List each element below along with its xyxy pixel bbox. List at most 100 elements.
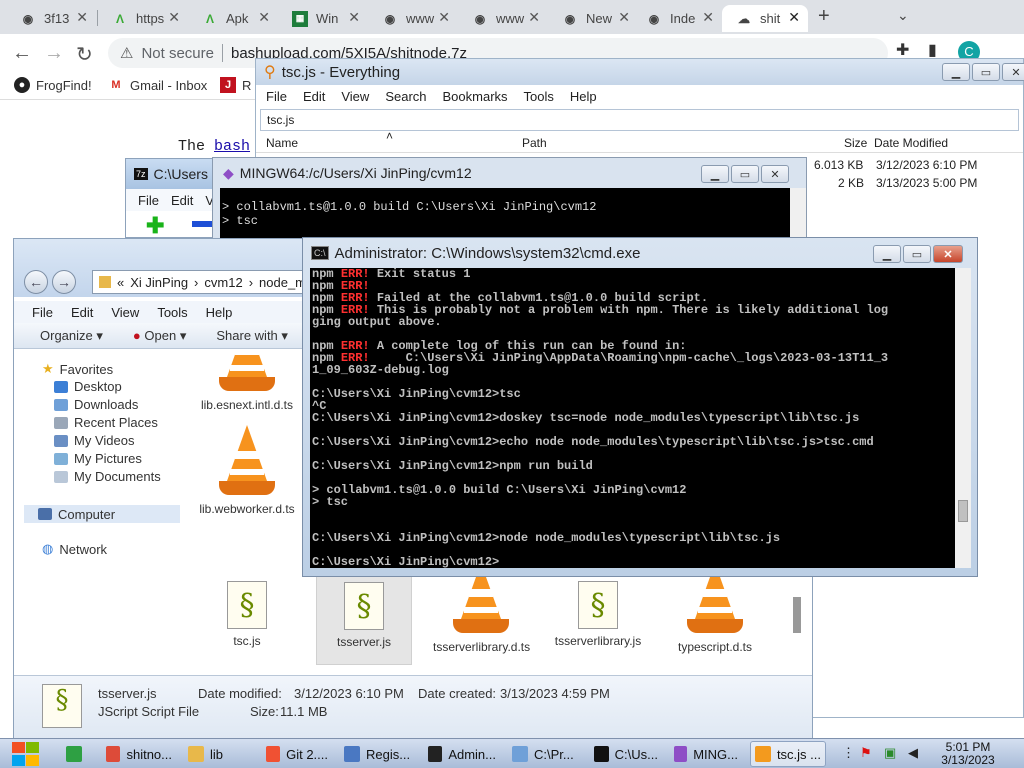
forward-arrow-icon[interactable]: → [44,42,64,65]
taskbar-item[interactable]: lib [184,741,254,767]
back-arrow-icon[interactable]: ← [24,270,48,294]
scrollbar[interactable] [955,268,971,568]
close-tab-icon[interactable]: ✕ [618,9,630,26]
nav-my-documents[interactable]: My Documents [54,469,161,484]
menu-edit[interactable]: Edit [171,193,193,208]
maximize-button[interactable]: ▭ [903,245,931,263]
terminal-output[interactable]: npm ERR! Exit status 1 npm ERR! npm ERR! F… [310,268,955,568]
flag-icon[interactable]: ⚑ [860,745,872,761]
taskbar-item[interactable]: Admin... [424,741,500,767]
file-item[interactable]: lib.webworker.d.ts [199,425,295,516]
column-name[interactable]: Name [266,136,298,150]
taskbar-item[interactable]: shitno... [102,741,176,767]
system-clock[interactable]: 5:01 PM 3/13/2023 [936,741,1000,767]
new-tab-button[interactable]: + [818,5,830,28]
extensions-puzzle-icon[interactable]: ✚ [896,40,909,60]
column-size[interactable]: Size [844,136,867,150]
browser-tab[interactable]: ▦ Win ✕ [278,5,368,32]
file-list-scrollbar[interactable] [790,569,804,679]
browser-tab[interactable]: ◉ www ✕ [368,5,458,32]
browser-tab-active[interactable]: ☁ shit ✕ [722,5,808,32]
nav-my-videos[interactable]: My Videos [54,433,134,448]
close-tab-icon[interactable]: ✕ [348,9,360,26]
bookmark-item[interactable]: ● FrogFind! [14,77,92,93]
breadcrumb-item[interactable]: cvm12 [204,275,242,290]
search-input[interactable]: tsc.js [260,109,1019,131]
nav-network[interactable]: ◍ Network [42,541,107,557]
breadcrumb-overflow[interactable]: « [117,275,124,290]
start-button[interactable] [10,741,42,767]
terminal-output[interactable]: > collabvm1.ts@1.0.0 build C:\Users\Xi J… [220,188,790,243]
taskbar-item[interactable]: tsc.js ... [750,741,826,767]
menu-bookmarks[interactable]: Bookmarks [443,89,508,104]
taskbar-item[interactable] [62,741,92,767]
taskbar-item[interactable]: Git 2.... [262,741,332,767]
file-item[interactable]: tsc.js [199,563,295,648]
close-button[interactable]: ✕ [761,165,789,183]
taskbar-item[interactable]: MING... [670,741,742,767]
minimize-button[interactable]: ▁ [873,245,901,263]
maximize-button[interactable]: ▭ [972,63,1000,81]
menu-file[interactable]: File [138,193,159,208]
menu-tools[interactable]: Tools [157,305,187,320]
file-item-selected[interactable]: tsserver.js [316,563,412,665]
menu-search[interactable]: Search [385,89,426,104]
nav-downloads[interactable]: Downloads [54,397,138,412]
scrollbar-thumb[interactable] [793,597,801,633]
network-tray-icon[interactable]: ▣ [884,745,896,761]
menu-view[interactable]: View [341,89,369,104]
tab-search-chevron-icon[interactable]: ⌄ [897,7,909,24]
column-path[interactable]: Path [522,136,547,150]
organize-button[interactable]: Organize ▾ [40,328,103,344]
taskbar-item[interactable]: C:\Pr... [508,741,582,767]
page-link[interactable]: bash [214,138,250,155]
window-titlebar[interactable]: ⚲ tsc.js - Everything [256,59,1023,85]
minus-icon[interactable] [192,221,212,227]
browser-tab[interactable]: ◉ 3f13 ✕ [6,5,96,32]
side-panel-icon[interactable]: ▮ [928,40,937,60]
menu-tools[interactable]: Tools [524,89,554,104]
browser-tab[interactable]: Λ https ✕ [98,5,188,32]
browser-tab[interactable]: ◉ Inde ✕ [632,5,722,32]
menu-file[interactable]: File [32,305,53,320]
browser-tab[interactable]: ◉ New ✕ [548,5,638,32]
close-tab-icon[interactable]: ✕ [168,9,180,26]
overflow-dots-icon[interactable]: ⋮ [842,745,855,761]
file-item[interactable]: lib.esnext.intl.d.ts [199,351,295,412]
close-tab-icon[interactable]: ✕ [258,9,270,26]
nav-my-pictures[interactable]: My Pictures [54,451,142,466]
nav-recent-places[interactable]: Recent Places [54,415,158,430]
minimize-button[interactable]: ▁ [942,63,970,81]
close-button[interactable]: ✕ [933,245,963,263]
scrollbar[interactable] [790,188,806,243]
bookmark-item[interactable]: M Gmail - Inbox [108,77,207,93]
add-icon[interactable]: ✚ [146,213,164,239]
column-date-modified[interactable]: Date Modified [874,136,948,150]
breadcrumb[interactable]: « Xi JinPing › cvm12 › node_m [92,270,312,294]
menu-help[interactable]: Help [206,305,233,320]
bookmark-item[interactable]: J R [220,77,251,93]
nav-computer[interactable]: Computer [24,505,180,523]
breadcrumb-item[interactable]: Xi JinPing [130,275,188,290]
close-tab-icon[interactable]: ✕ [438,9,450,26]
menu-help[interactable]: Help [570,89,597,104]
reload-icon[interactable]: ↻ [76,42,93,67]
nav-desktop[interactable]: Desktop [54,379,122,394]
menu-edit[interactable]: Edit [303,89,325,104]
menu-file[interactable]: File [266,89,287,104]
browser-tab[interactable]: ◉ www ✕ [458,5,548,32]
close-tab-icon[interactable]: ✕ [702,9,714,26]
browser-tab[interactable]: Λ Apk ✕ [188,5,278,32]
taskbar-item[interactable]: Regis... [340,741,416,767]
close-tab-icon[interactable]: ✕ [528,9,540,26]
breadcrumb-item[interactable]: node_m [259,275,306,290]
nav-favorites[interactable]: ★ Favorites [42,361,113,377]
close-tab-icon[interactable]: ✕ [788,9,800,26]
minimize-button[interactable]: ▁ [701,165,729,183]
menu-view[interactable]: View [111,305,139,320]
close-tab-icon[interactable]: ✕ [76,9,88,26]
back-arrow-icon[interactable]: ← [12,42,32,65]
maximize-button[interactable]: ▭ [731,165,759,183]
volume-icon[interactable]: ◀ [908,745,918,761]
open-button[interactable]: ● Open ▾ [133,328,186,344]
